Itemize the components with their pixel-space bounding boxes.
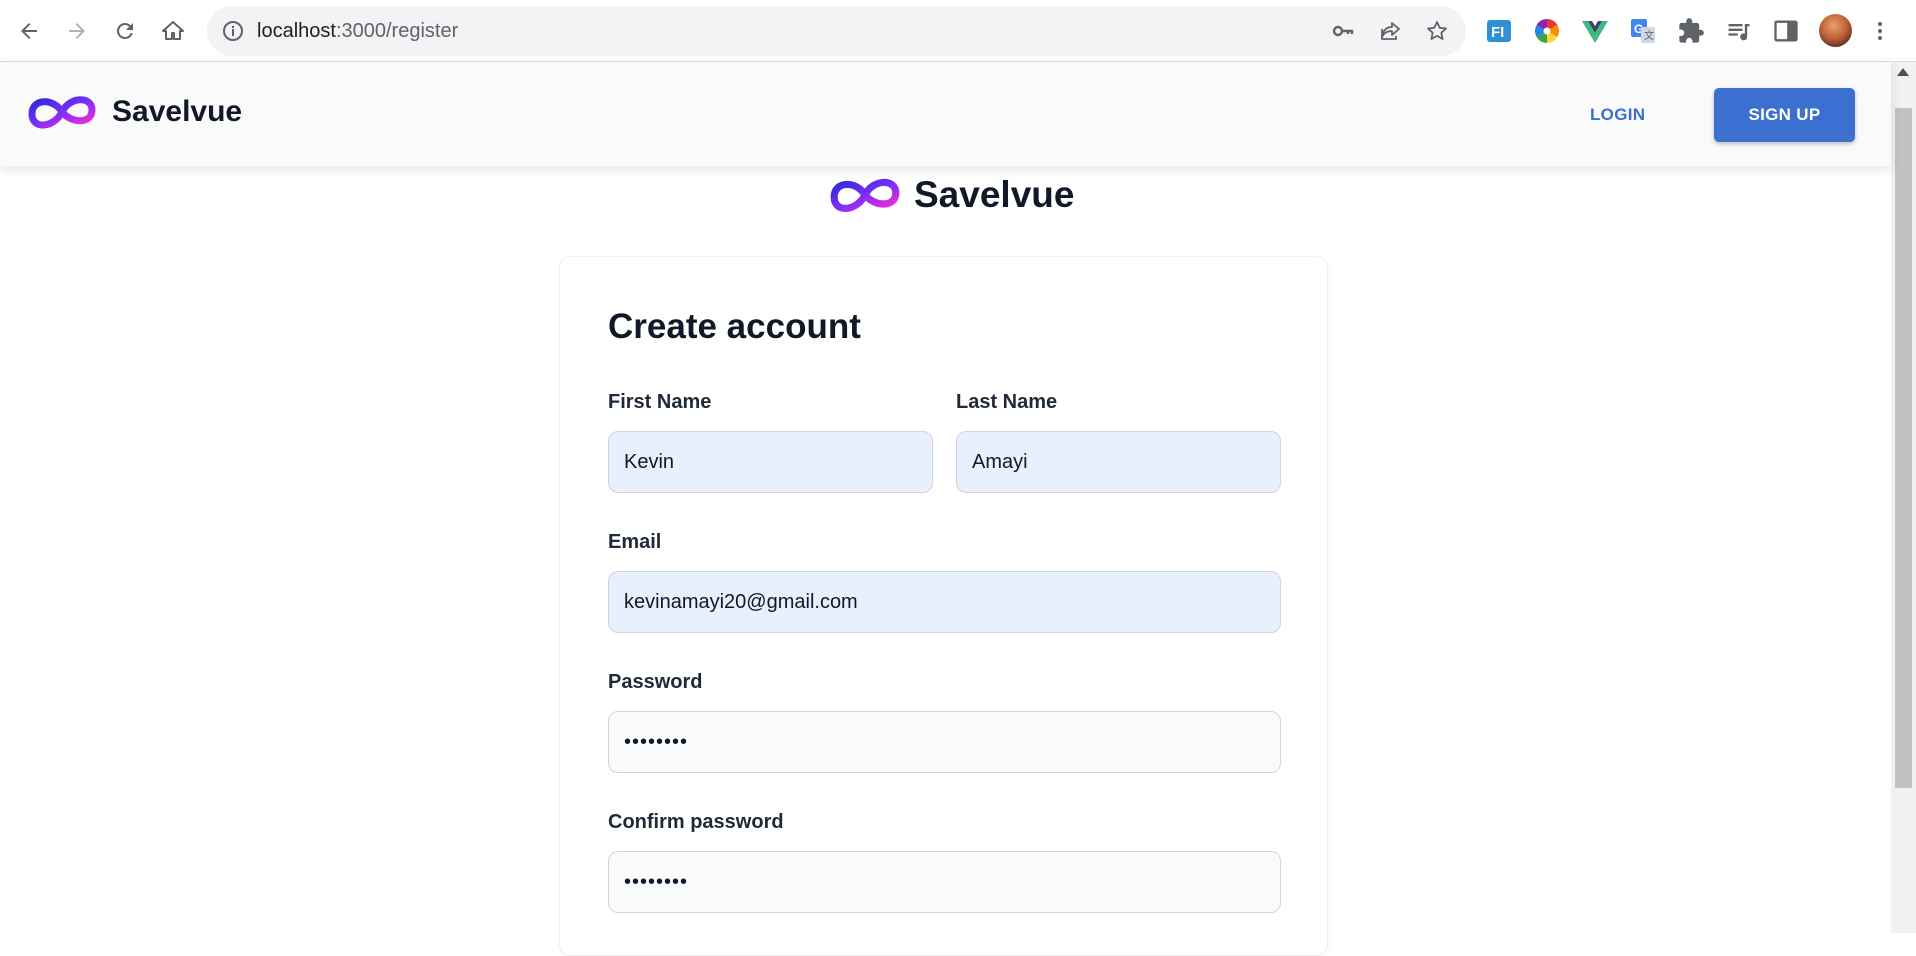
header-brand-name: Savelvue xyxy=(112,95,243,128)
media-control[interactable] xyxy=(1724,16,1754,46)
page-scrollbar[interactable] xyxy=(1891,62,1916,933)
scroll-up-arrow[interactable] xyxy=(1897,68,1909,76)
reload-icon xyxy=(117,23,133,39)
first-name-field[interactable] xyxy=(608,431,933,493)
last-name-field[interactable] xyxy=(956,431,1281,493)
infinity-logo-icon xyxy=(830,178,900,212)
color-wheel-icon xyxy=(1534,18,1560,43)
side-panel-toggle[interactable] xyxy=(1771,16,1801,46)
header-brand[interactable]: Savelvue xyxy=(26,88,242,136)
browser-toolbar: localhost:3000/register FI G文 xyxy=(0,0,1916,62)
password-field[interactable] xyxy=(608,711,1281,773)
forward-icon xyxy=(69,23,85,39)
app-header: Savelvue LOGIN SIGN UP xyxy=(0,62,1891,166)
svg-text:文: 文 xyxy=(1644,29,1654,42)
confirm-password-field[interactable] xyxy=(608,851,1281,913)
puzzle-icon xyxy=(1679,18,1704,43)
login-link[interactable]: LOGIN xyxy=(1590,105,1645,125)
page-brand-name: Savelvue xyxy=(914,174,1075,215)
page-brand: Savelvue xyxy=(828,170,1074,220)
url-text[interactable]: localhost:3000/register xyxy=(257,20,458,43)
signup-button[interactable]: SIGN UP xyxy=(1714,88,1855,142)
email-field[interactable] xyxy=(608,571,1281,633)
last-name-label: Last Name xyxy=(956,391,1058,413)
first-name-label: First Name xyxy=(608,391,712,413)
extension-color[interactable] xyxy=(1532,16,1562,46)
key-icon[interactable] xyxy=(1331,19,1355,43)
back-icon xyxy=(21,23,37,39)
address-bar[interactable]: localhost:3000/register xyxy=(207,6,1466,56)
extensions-menu[interactable] xyxy=(1676,16,1706,46)
extension-fi-icon: FI xyxy=(1487,20,1511,42)
email-label: Email xyxy=(608,531,662,553)
url-path: :3000/register xyxy=(335,20,459,42)
forward-button[interactable] xyxy=(57,11,97,51)
media-queue-icon xyxy=(1728,24,1750,41)
scroll-thumb[interactable] xyxy=(1895,108,1912,788)
info-icon[interactable] xyxy=(221,19,245,43)
home-button[interactable] xyxy=(153,11,193,51)
back-button[interactable] xyxy=(9,11,49,51)
reload-button[interactable] xyxy=(105,11,145,51)
extension-fi[interactable]: FI xyxy=(1484,16,1514,46)
menu-dots-icon xyxy=(1878,22,1882,40)
page-title: Create account xyxy=(608,307,861,346)
extension-vue[interactable] xyxy=(1580,16,1610,46)
share-icon[interactable] xyxy=(1378,19,1402,43)
confirm-password-label: Confirm password xyxy=(608,811,784,833)
infinity-logo-icon xyxy=(28,96,96,129)
side-panel-icon xyxy=(1774,20,1798,42)
translate-icon: G文 xyxy=(1631,19,1655,43)
vue-devtools-icon xyxy=(1582,21,1608,43)
profile-avatar[interactable] xyxy=(1819,14,1852,47)
star-icon[interactable] xyxy=(1425,19,1449,43)
url-host: localhost xyxy=(257,20,336,42)
home-icon xyxy=(162,21,184,40)
extension-translate[interactable]: G文 xyxy=(1628,16,1658,46)
register-card: Create account First Name Last Name Emai… xyxy=(559,256,1328,956)
browser-menu[interactable] xyxy=(1868,16,1892,46)
svg-text:FI: FI xyxy=(1491,24,1504,41)
password-label: Password xyxy=(608,671,703,693)
